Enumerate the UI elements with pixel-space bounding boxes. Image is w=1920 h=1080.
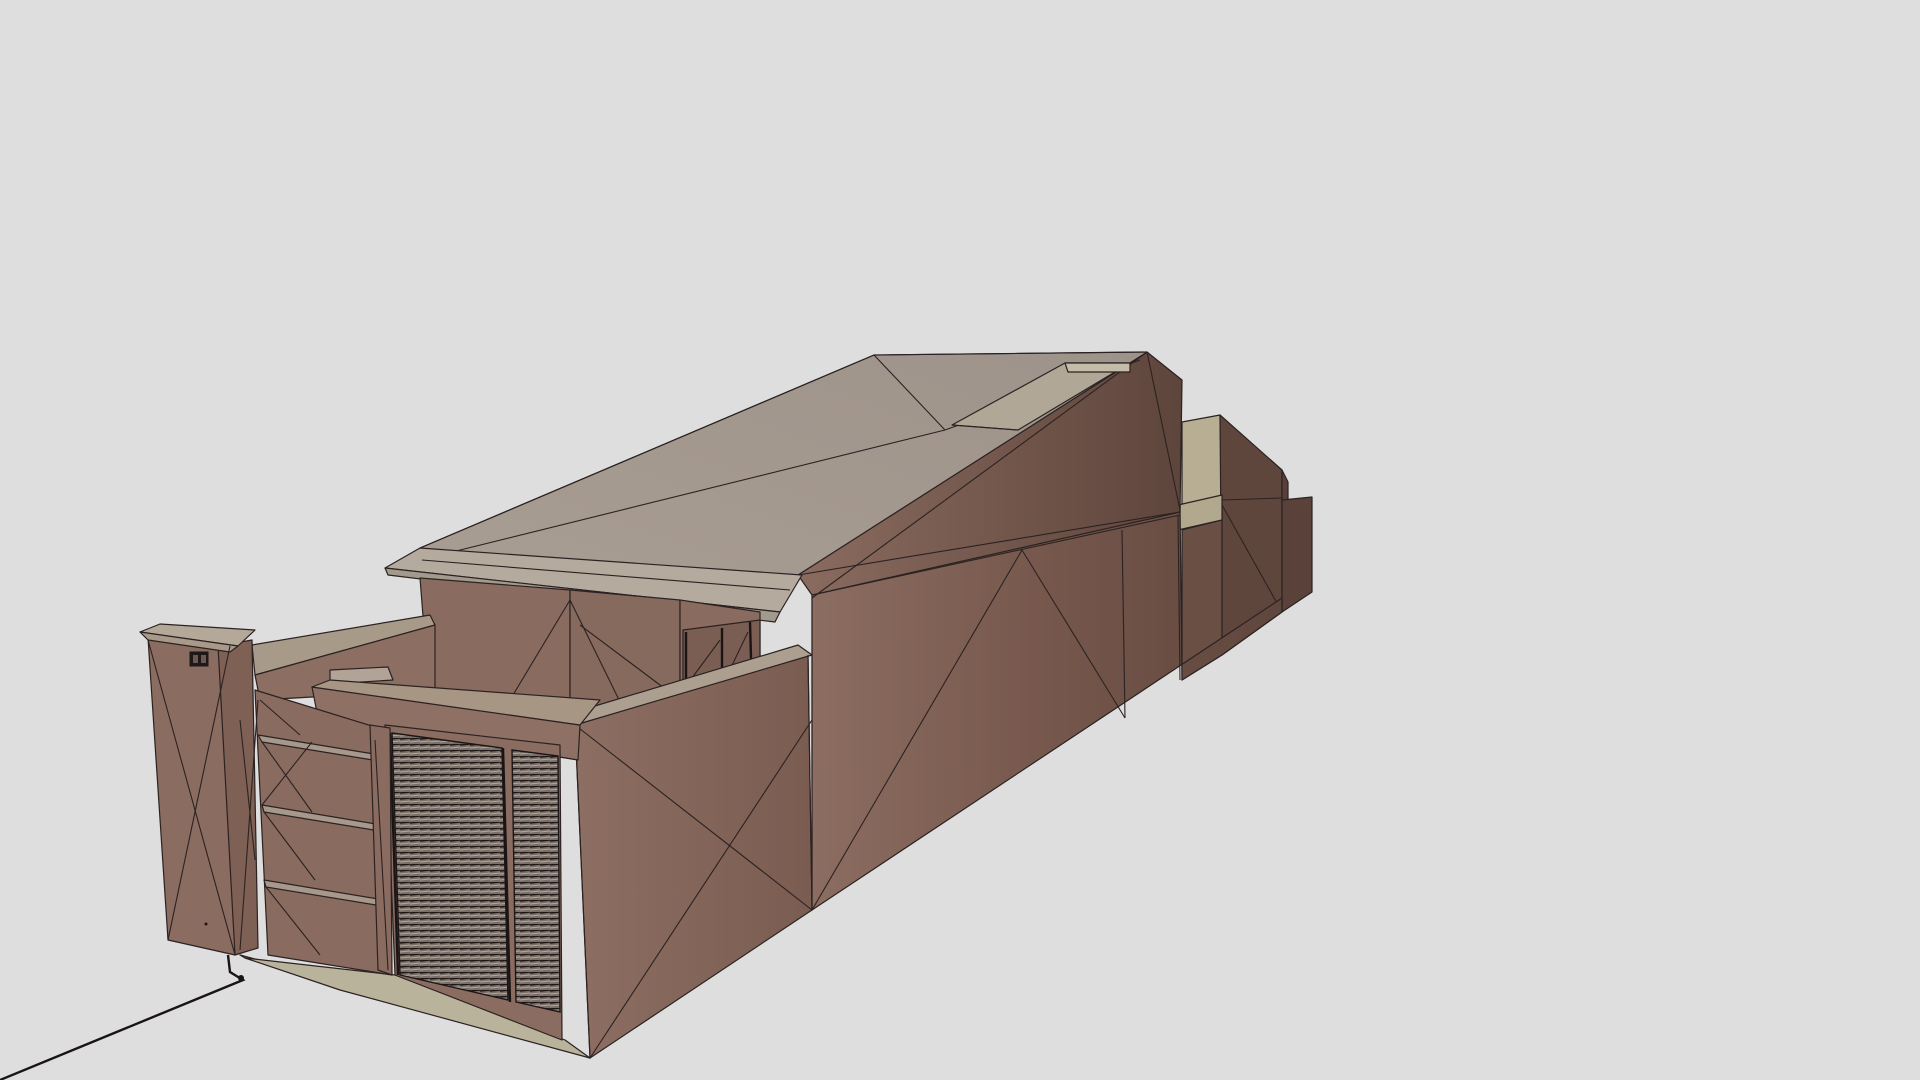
rear-annex — [1177, 414, 1313, 681]
ground-cable — [0, 954, 246, 1080]
front-boundary-wall — [564, 644, 813, 1059]
gate-pillar — [139, 623, 259, 956]
house-model-render[interactable] — [0, 0, 1920, 1080]
3d-model-viewport[interactable] — [0, 0, 1920, 1080]
stepped-side-wall — [254, 689, 393, 976]
